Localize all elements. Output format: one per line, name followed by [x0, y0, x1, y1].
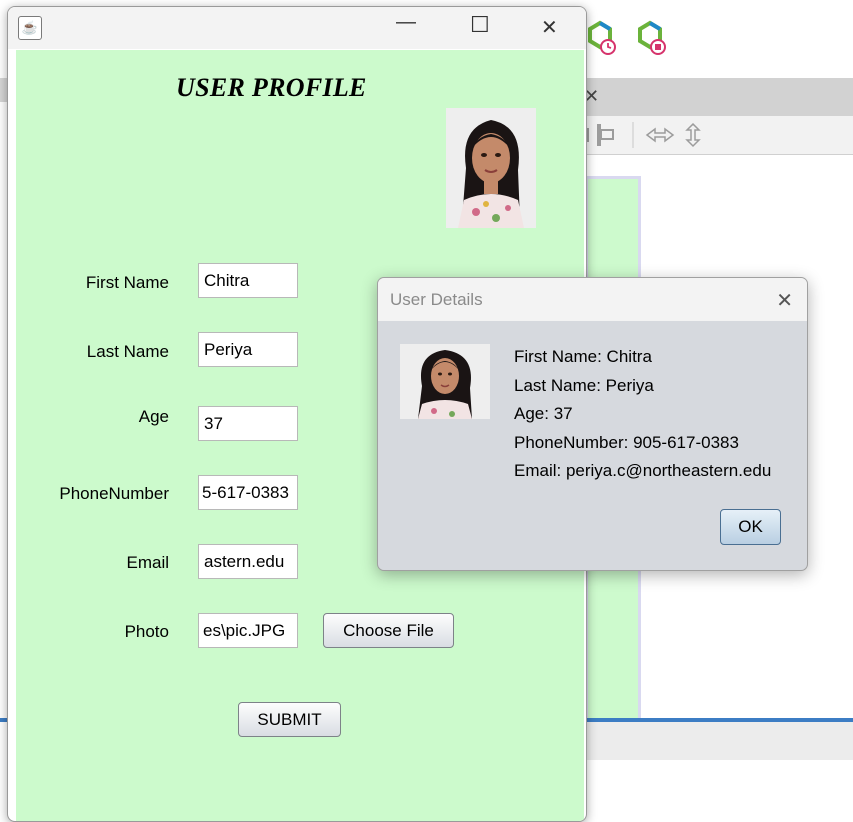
form-title: USER PROFILE	[176, 73, 367, 102]
email-field[interactable]	[198, 544, 298, 579]
ok-button[interactable]: OK	[720, 509, 781, 545]
age-label: Age	[138, 407, 169, 426]
first-name-label: First Name	[85, 273, 169, 292]
submit-button[interactable]: SUBMIT	[238, 702, 341, 737]
ide-tab-bar	[585, 78, 853, 116]
dialog-email: Email: periya.c@northeastern.edu	[514, 461, 772, 480]
align-tools-icon	[585, 122, 701, 148]
minimize-button[interactable]: —	[396, 11, 416, 34]
dialog-title: User Details	[390, 290, 483, 309]
dialog-last-name: Last Name: Periya	[514, 376, 654, 395]
choose-file-button[interactable]: Choose File	[323, 613, 454, 648]
photo-path-field[interactable]	[198, 613, 298, 648]
dialog-first-name: First Name: Chitra	[514, 347, 652, 366]
last-name-field[interactable]	[198, 332, 298, 367]
last-name-label: Last Name	[86, 342, 169, 361]
user-details-dialog: User Details ✕ First Name: Chitra Last N…	[377, 277, 808, 571]
maximize-button[interactable]: ☐	[470, 12, 490, 38]
profile-stop-icon[interactable]	[636, 20, 668, 56]
dialog-close-icon[interactable]: ✕	[776, 288, 793, 313]
email-label: Email	[126, 553, 169, 572]
dialog-age: Age: 37	[514, 404, 573, 423]
profile-run-icon[interactable]	[586, 20, 618, 56]
dialog-phone-number: PhoneNumber: 905-617-0383	[514, 433, 739, 452]
first-name-field[interactable]	[198, 263, 298, 298]
phone-number-field[interactable]	[198, 475, 298, 510]
ide-toolbar	[585, 116, 853, 155]
dialog-profile-photo	[400, 344, 490, 419]
age-field[interactable]	[198, 406, 298, 441]
window-titlebar[interactable]: ☕ — ☐ ✕	[8, 7, 586, 49]
phone-number-label: PhoneNumber	[59, 484, 169, 503]
ide-lower-panel	[585, 722, 853, 760]
photo-label: Photo	[124, 622, 169, 641]
dialog-titlebar[interactable]: User Details ✕	[378, 278, 807, 321]
java-icon: ☕	[18, 16, 42, 40]
close-window-button[interactable]: ✕	[541, 15, 558, 40]
profile-photo	[446, 108, 536, 228]
